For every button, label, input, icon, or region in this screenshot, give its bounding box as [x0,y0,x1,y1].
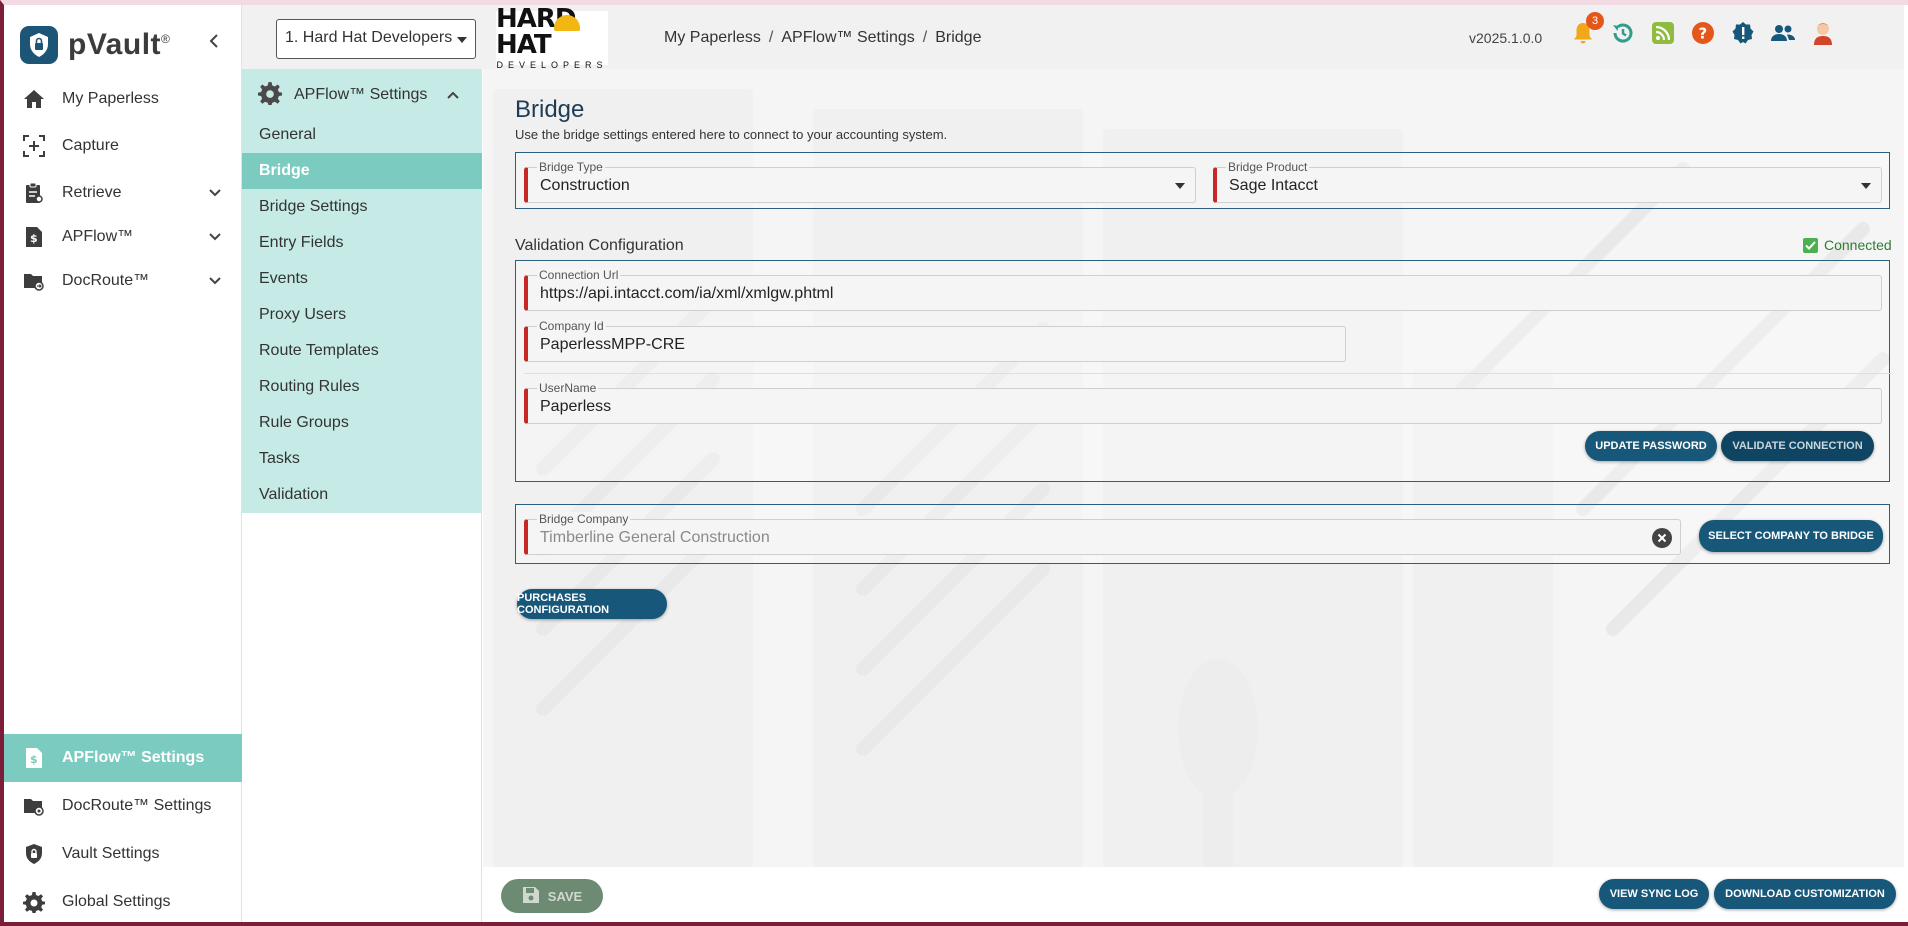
breadcrumb-my-paperless[interactable]: My Paperless [664,29,761,47]
svg-text:$: $ [30,232,38,245]
history-icon [1613,23,1633,43]
sidebar-item-global-settings[interactable]: Global Settings [4,879,242,925]
sidebar-item-capture[interactable]: Capture [4,123,242,169]
subnav-item-entry-fields[interactable]: Entry Fields [242,225,482,261]
collapse-sidebar-button[interactable] [202,27,226,55]
alert-badge-icon [1732,22,1754,44]
update-password-button[interactable]: UPDATE PASSWORD [1585,431,1717,461]
retrieve-icon [20,179,48,207]
footer-bar: SAVE VIEW SYNC LOG DOWNLOAD CUSTOMIZATIO… [483,867,1904,922]
subnav-item-route-templates[interactable]: Route Templates [242,333,482,369]
subnav-item-routing-rules[interactable]: Routing Rules [242,369,482,405]
view-sync-log-button[interactable]: VIEW SYNC LOG [1599,879,1709,909]
sidebar-item-docroute-settings[interactable]: DocRoute™ Settings [4,783,242,829]
app-name: pVault® [68,28,171,61]
dropdown-caret-icon [1175,183,1185,189]
svg-text:?: ? [1699,25,1708,43]
breadcrumb: My Paperless / APFlow™ Settings / Bridge [664,29,982,47]
subnav-item-rule-groups[interactable]: Rule Groups [242,405,482,441]
alerts-button[interactable] [1730,20,1756,46]
capture-icon [20,132,48,160]
notifications-button[interactable]: 3 [1570,12,1604,46]
dropdown-caret-icon [457,37,467,43]
clear-icon[interactable] [1652,528,1672,548]
gear-icon [20,888,48,916]
user-avatar-button[interactable] [1810,20,1836,46]
subnav-item-tasks[interactable]: Tasks [242,441,482,477]
top-icons: 3 ? [1570,12,1836,46]
company-id-field[interactable]: Company Id PaperlessMPP-CRE [524,319,1346,362]
chevron-down-icon [208,272,222,290]
chevron-down-icon [208,184,222,202]
rss-icon [1652,22,1674,44]
chevron-left-icon [209,34,218,48]
breadcrumb-apflow-settings[interactable]: APFlow™ Settings [781,29,914,47]
breadcrumb-current: Bridge [935,29,982,46]
subnav-panel: APFlow™ Settings General Bridge Bridge S… [242,69,482,513]
subnav-item-proxy-users[interactable]: Proxy Users [242,297,482,333]
purchases-configuration-button[interactable]: PURCHASES CONFIGURATION [517,589,667,619]
validation-card: Connection Url https://api.intacct.com/i… [515,260,1891,482]
rss-feed-button[interactable] [1650,20,1676,46]
bridge-type-select[interactable]: Bridge Type Construction [524,160,1196,203]
svg-text:$: $ [30,753,38,766]
subnav-item-validation[interactable]: Validation [242,477,482,513]
client-logo: HARD HAT DEVELOPERS [496,4,608,70]
history-button[interactable] [1610,20,1636,46]
sidebar-item-vault-settings[interactable]: Vault Settings [4,831,242,877]
save-button[interactable]: SAVE [501,879,603,913]
bridge-company-field[interactable]: Bridge Company Timberline General Constr… [524,512,1681,555]
version-label: v2025.1.0.0 [1469,30,1543,46]
page-description: Use the bridge settings entered here to … [515,127,948,142]
sidebar-item-apflow[interactable]: $ APFlow™ [4,214,242,260]
avatar-icon [1814,23,1832,45]
vault-settings-icon [20,840,48,868]
brand: pVault® [20,23,170,67]
chevron-down-icon [208,228,222,246]
bridge-product-select[interactable]: Bridge Product Sage Intacct [1213,160,1882,203]
main-content: Bridge Use the bridge settings entered h… [483,69,1904,867]
validate-connection-button[interactable]: VALIDATE CONNECTION [1721,431,1874,461]
connection-url-field[interactable]: Connection Url https://api.intacct.com/i… [524,268,1882,311]
docroute-settings-icon [20,792,48,820]
username-field[interactable]: UserName Paperless [524,381,1882,424]
help-button[interactable]: ? [1690,20,1716,46]
users-icon [1771,25,1795,41]
subnav-header-apflow-settings[interactable]: APFlow™ Settings [258,81,470,109]
subnav-item-general[interactable]: General [242,117,482,153]
page-title: Bridge [515,96,585,123]
dropdown-caret-icon [1861,183,1871,189]
sidebar-item-my-paperless[interactable]: My Paperless [4,76,242,122]
users-button[interactable] [1770,20,1796,46]
subnav-item-bridge[interactable]: Bridge [242,153,482,189]
apflow-settings-icon: $ [20,744,48,772]
sidebar-item-retrieve[interactable]: Retrieve [4,170,242,216]
subnav-item-bridge-settings[interactable]: Bridge Settings [242,189,482,225]
validation-section-title: Validation Configuration [515,237,684,254]
notification-badge: 3 [1586,12,1604,30]
home-icon [20,85,48,113]
bridge-company-card: Bridge Company Timberline General Constr… [515,504,1890,564]
connection-status: Connected [1803,237,1892,253]
download-customization-button[interactable]: DOWNLOAD CUSTOMIZATION [1714,879,1896,909]
docroute-icon [20,267,48,295]
select-company-to-bridge-button[interactable]: SELECT COMPANY TO BRIDGE [1699,520,1883,552]
help-icon: ? [1692,22,1714,44]
chevron-up-icon [446,87,460,105]
top-bar: 1. Hard Hat Developers HARD HAT DEVELOPE… [242,4,1904,70]
company-select[interactable]: 1. Hard Hat Developers [276,19,476,59]
pvault-logo-icon [20,26,58,64]
sidebar-item-apflow-settings[interactable]: $ APFlow™ Settings [4,734,242,782]
checkbox-checked-icon [1803,237,1818,253]
settings-subnav: APFlow™ Settings General Bridge Bridge S… [242,69,482,922]
bridge-type-card: Bridge Type Construction Bridge Product … [515,152,1890,209]
sidebar-item-docroute[interactable]: DocRoute™ [4,258,242,304]
subnav-item-events[interactable]: Events [242,261,482,297]
divider [524,373,1891,374]
apflow-icon: $ [20,223,48,251]
main-sidebar: pVault® My Paperless Capture Retrieve $ … [4,5,242,922]
gear-icon [258,81,282,110]
floppy-disk-icon [522,886,540,907]
